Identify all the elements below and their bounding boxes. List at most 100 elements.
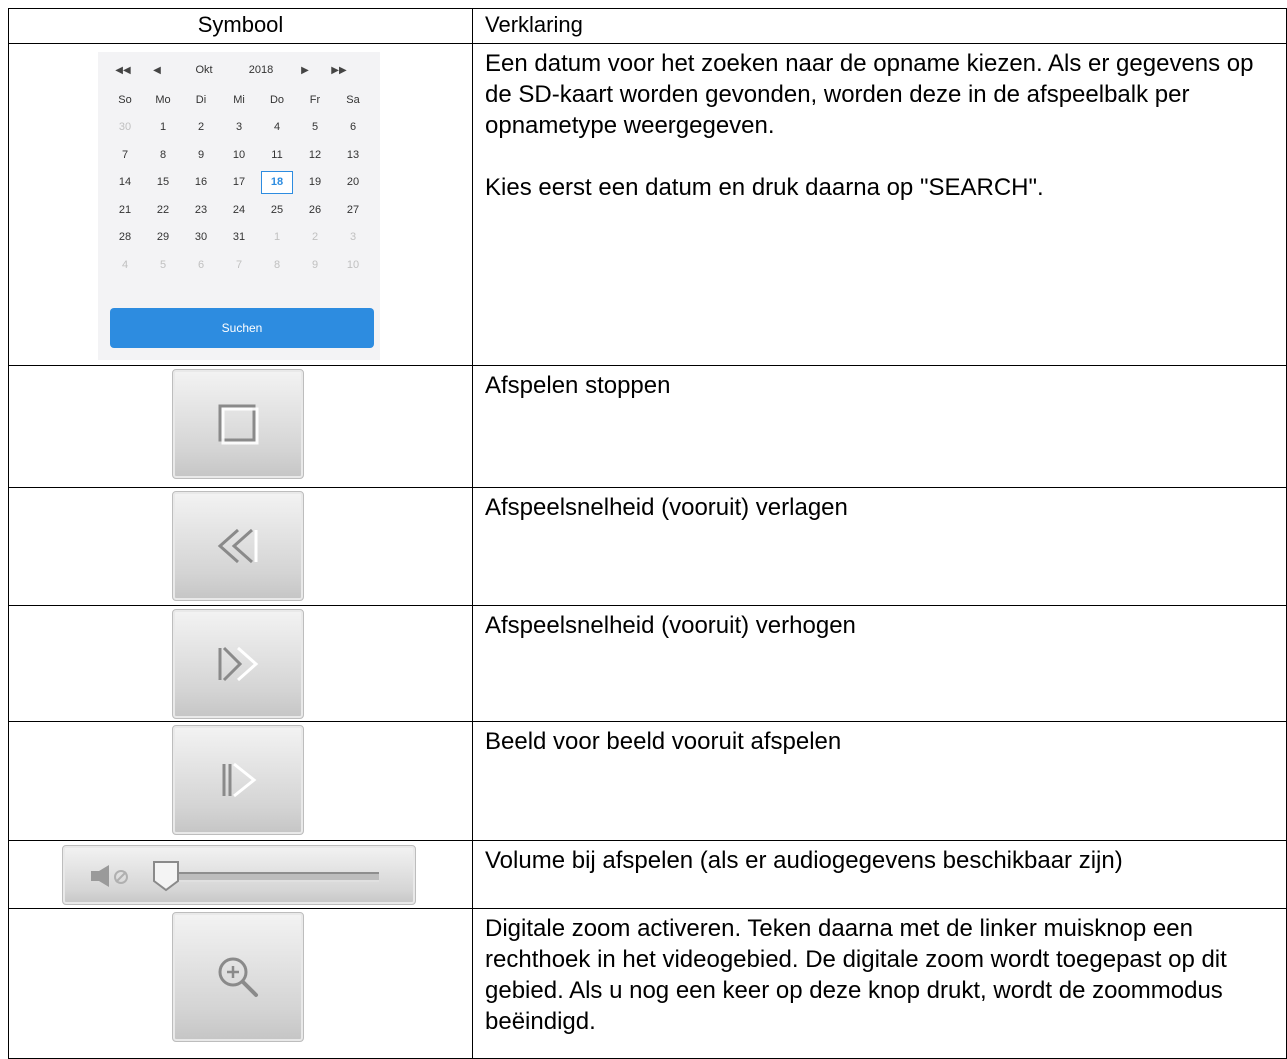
calendar-day[interactable]: 31	[220, 224, 258, 252]
stop-button[interactable]	[172, 369, 304, 479]
chevron-left-icon[interactable]: ◀	[140, 65, 174, 76]
calendar-day[interactable]: 7	[220, 251, 258, 279]
description-cell: Afspeelsnelheid (vooruit) verlagen	[472, 487, 1287, 606]
description-cell: Beeld voor beeld vooruit afspelen	[472, 721, 1287, 841]
calendar-day[interactable]: 23	[182, 196, 220, 224]
calendar-day[interactable]: 14	[106, 169, 144, 197]
calendar-day[interactable]: 12	[296, 141, 334, 169]
table-row-calendar: ◀◀ ◀ Okt 2018 ▶ ▶▶ So Mo Di Mi Do Fr Sa 30 1 2 3 4 5…	[8, 43, 1287, 366]
description-cell: Digitale zoom activeren. Teken daarna me…	[472, 908, 1287, 1059]
double-chevron-left-icon[interactable]: ◀◀	[106, 65, 140, 76]
description-cell: Afspelen stoppen	[472, 365, 1287, 488]
calendar-day[interactable]: 30	[106, 114, 144, 142]
calendar-day[interactable]: 6	[182, 251, 220, 279]
calendar-day[interactable]: 24	[220, 196, 258, 224]
rewind-icon	[217, 528, 258, 564]
calendar-day[interactable]: 4	[258, 114, 296, 142]
calendar-day[interactable]: 17	[220, 169, 258, 197]
calendar-day[interactable]: 2	[296, 224, 334, 252]
calendar-month: Okt	[195, 64, 213, 76]
calendar-day[interactable]: 22	[144, 196, 182, 224]
calendar-day[interactable]: 30	[182, 224, 220, 252]
calendar-day[interactable]: 10	[220, 141, 258, 169]
fast-forward-button[interactable]	[172, 609, 304, 719]
search-button[interactable]: Suchen	[110, 308, 374, 348]
description-cell: Afspeelsnelheid (vooruit) verhogen	[472, 605, 1287, 722]
calendar-day[interactable]: 15	[144, 169, 182, 197]
symbol-cell: ◀◀ ◀ Okt 2018 ▶ ▶▶ So Mo Di Mi Do Fr Sa 30 1 2 3 4 5…	[8, 43, 473, 366]
calendar-day[interactable]: 13	[334, 141, 372, 169]
calendar-day[interactable]: 10	[334, 251, 372, 279]
symbol-table: Symbool Verklaring ◀◀ ◀ Okt 2018 ▶ ▶▶ So…	[8, 8, 1287, 1059]
description-text: Digitale zoom activeren. Teken daarna me…	[485, 915, 1227, 1035]
table-row-zoom: Digitale zoom activeren. Teken daarna me…	[8, 908, 1287, 1059]
calendar-day[interactable]: 21	[106, 196, 144, 224]
calendar-grid: So Mo Di Mi Do Fr Sa 30 1 2 3 4 5 6 7 8 9 10 11 12 13 14 15 16 1…	[106, 86, 372, 279]
table-header-row: Symbool Verklaring	[8, 8, 1287, 44]
calendar-day[interactable]: 1	[144, 114, 182, 142]
description-cell: Een datum voor het zoeken naar de opname…	[472, 43, 1287, 366]
volume-slider[interactable]	[62, 845, 416, 905]
symbol-cell	[8, 487, 473, 606]
calendar-day[interactable]: 2	[182, 114, 220, 142]
calendar-day[interactable]: 8	[144, 141, 182, 169]
weekday-label: Sa	[346, 93, 360, 106]
description-text: Afspeelsnelheid (vooruit) verlagen	[485, 494, 848, 521]
calendar-day[interactable]: 6	[334, 114, 372, 142]
volume-track[interactable]	[159, 872, 379, 882]
calendar-day[interactable]: 28	[106, 224, 144, 252]
header-symbol: Symbool	[8, 8, 473, 44]
zoom-in-icon	[218, 957, 258, 997]
weekday-label: Di	[195, 93, 207, 106]
calendar-day[interactable]: 3	[334, 224, 372, 252]
weekday-label: So	[118, 93, 132, 106]
description-text: Afspeelsnelheid (vooruit) verhogen	[485, 612, 856, 639]
table-row-volume: Volume bij afspelen (als er audiogegeven…	[8, 840, 1287, 909]
calendar-day[interactable]: 11	[258, 141, 296, 169]
calendar-day[interactable]: 16	[182, 169, 220, 197]
calendar-day[interactable]: 3	[220, 114, 258, 142]
calendar-day[interactable]: 9	[296, 251, 334, 279]
calendar-day[interactable]: 7	[106, 141, 144, 169]
calendar-day[interactable]: 19	[296, 169, 334, 197]
calendar-day[interactable]: 26	[296, 196, 334, 224]
description-text: Beeld voor beeld vooruit afspelen	[485, 728, 842, 755]
table-row-stop: Afspelen stoppen	[8, 365, 1287, 488]
table-row-rewind: Afspeelsnelheid (vooruit) verlagen	[8, 487, 1287, 606]
calendar-day[interactable]: 5	[144, 251, 182, 279]
symbol-cell	[8, 365, 473, 488]
calendar-year: 2018	[248, 64, 274, 76]
calendar-day[interactable]: 20	[334, 169, 372, 197]
calendar-day[interactable]: 8	[258, 251, 296, 279]
fast-forward-icon	[218, 646, 259, 682]
calendar-day[interactable]: 1	[258, 224, 296, 252]
calendar-day-selected[interactable]: 18	[261, 170, 293, 194]
stop-icon	[218, 404, 259, 445]
weekday-label: Mi	[233, 93, 245, 106]
calendar-day[interactable]: 9	[182, 141, 220, 169]
volume-knob[interactable]	[149, 859, 183, 893]
calendar-day[interactable]: 5	[296, 114, 334, 142]
speaker-muted-icon[interactable]	[89, 863, 133, 889]
rewind-button[interactable]	[172, 491, 304, 601]
description-text: Kies eerst een datum en druk daarna op "…	[485, 174, 1044, 201]
step-forward-button[interactable]	[172, 725, 304, 835]
table-row-fast-forward: Afspeelsnelheid (vooruit) verhogen	[8, 605, 1287, 722]
symbol-cell	[8, 721, 473, 841]
symbol-cell	[8, 840, 473, 909]
description-text: Volume bij afspelen (als er audiogegeven…	[485, 847, 1123, 874]
weekday-label: Do	[269, 93, 285, 106]
header-explanation: Verklaring	[472, 8, 1287, 44]
description-text: Afspelen stoppen	[485, 372, 671, 399]
calendar-day[interactable]: 27	[334, 196, 372, 224]
step-forward-icon	[222, 762, 257, 798]
zoom-button[interactable]	[172, 912, 304, 1042]
calendar-day[interactable]: 25	[258, 196, 296, 224]
double-chevron-right-icon[interactable]: ▶▶	[322, 65, 356, 76]
description-text: Een datum voor het zoeken naar de opname…	[485, 50, 1254, 139]
calendar-day[interactable]: 29	[144, 224, 182, 252]
weekday-label: Mo	[155, 93, 171, 106]
date-picker: ◀◀ ◀ Okt 2018 ▶ ▶▶ So Mo Di Mi Do Fr Sa 30 1 2 3 4 5…	[98, 52, 380, 360]
calendar-day[interactable]: 4	[106, 251, 144, 279]
chevron-right-icon[interactable]: ▶	[288, 65, 322, 76]
